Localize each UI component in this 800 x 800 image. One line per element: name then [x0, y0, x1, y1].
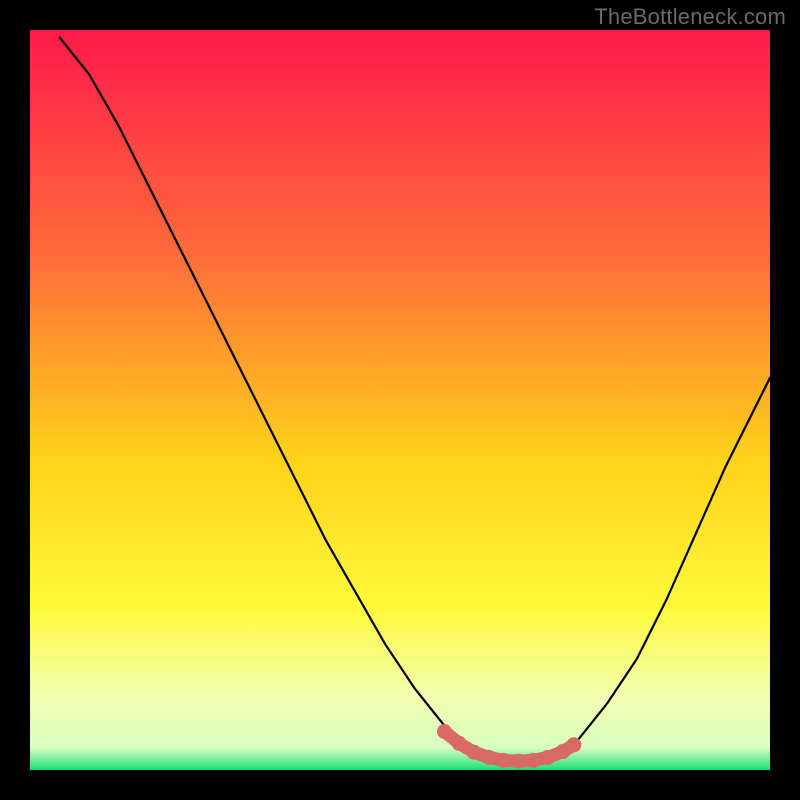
chart-frame: TheBottleneck.com — [0, 0, 800, 800]
sweet-spot-node — [467, 745, 482, 760]
bottleneck-curve — [60, 37, 770, 761]
sweet-spot-node — [496, 753, 511, 768]
sweet-spot-node — [452, 736, 467, 751]
sweet-spot-node — [566, 737, 581, 752]
sweet-spot-node — [481, 750, 496, 765]
sweet-spot-nodes — [437, 724, 582, 769]
sweet-spot-node — [437, 724, 452, 739]
sweet-spot-node — [526, 753, 541, 768]
plot-area — [30, 30, 770, 770]
sweet-spot-node — [541, 750, 556, 765]
watermark-text: TheBottleneck.com — [594, 4, 786, 30]
curve-layer — [30, 30, 770, 770]
sweet-spot-node — [511, 754, 526, 769]
